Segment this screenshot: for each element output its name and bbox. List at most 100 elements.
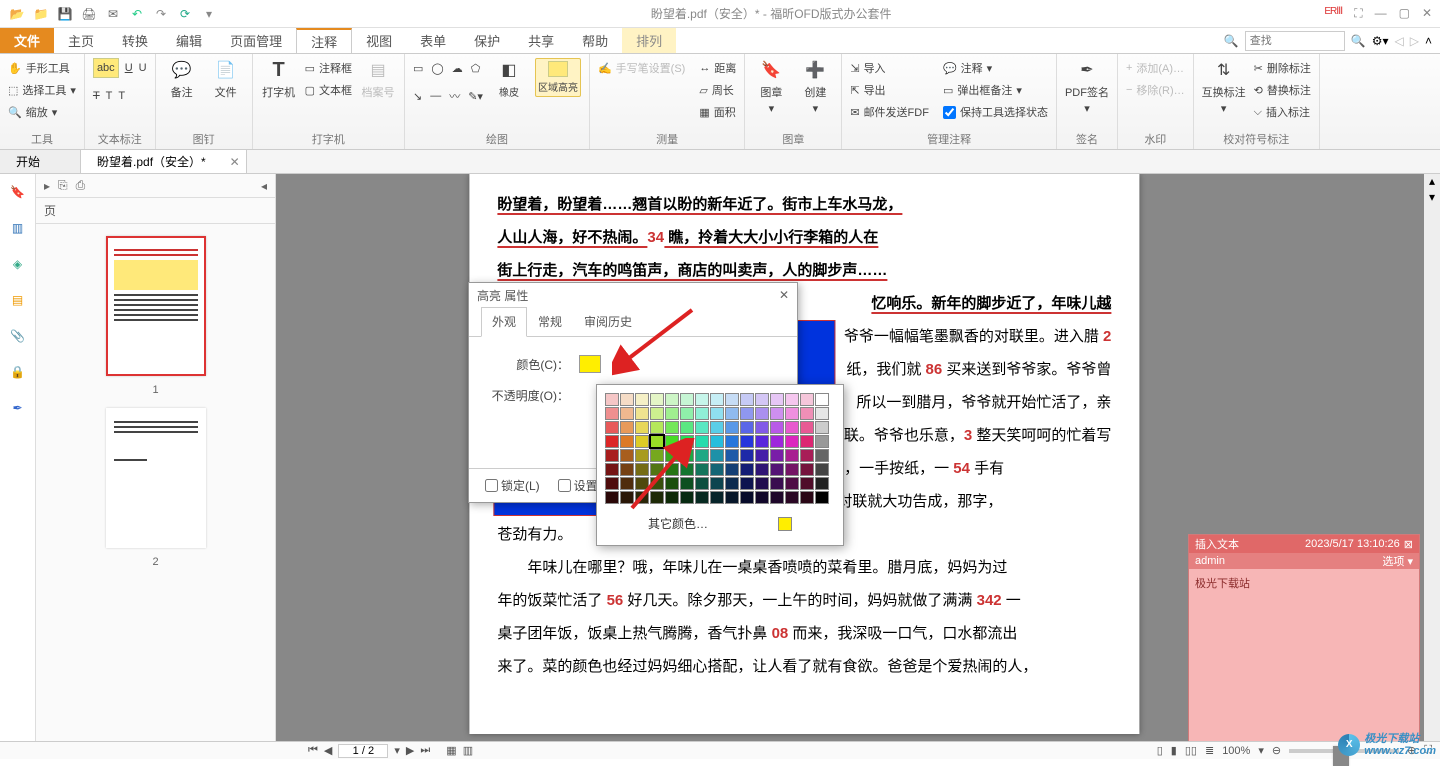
color-cell[interactable] (710, 435, 724, 448)
page-view-icon[interactable]: ▥ (463, 744, 473, 757)
color-cell[interactable] (635, 491, 649, 504)
tab-home[interactable]: 主页 (54, 28, 108, 53)
shape-polygon[interactable]: ⬠ (471, 58, 481, 78)
color-cell[interactable] (605, 435, 619, 448)
color-cell[interactable] (770, 477, 784, 490)
color-cell[interactable] (635, 407, 649, 420)
search-input[interactable] (1245, 31, 1345, 51)
doc-tab-start[interactable]: 开始 (0, 150, 81, 173)
sidebar-bookmark-icon[interactable]: 🔖 (8, 182, 28, 202)
color-cell[interactable] (695, 435, 709, 448)
color-cell[interactable] (665, 477, 679, 490)
shape-polyline[interactable]: 〰 (449, 86, 460, 106)
more-colors-button[interactable]: 其它颜色… (605, 510, 835, 537)
sidebar-layers-icon[interactable]: ◈ (8, 254, 28, 274)
color-cell[interactable] (815, 393, 829, 406)
color-cell[interactable] (635, 393, 649, 406)
dlg-tab-general[interactable]: 常规 (527, 307, 573, 336)
select-tool[interactable]: ⬚选择工具 ▾ (8, 80, 76, 100)
color-cell[interactable] (695, 477, 709, 490)
shape-line[interactable]: — (430, 86, 441, 106)
keep-tool-selected[interactable]: 保持工具选择状态 (943, 102, 1048, 122)
color-cell[interactable] (785, 491, 799, 504)
color-cell[interactable] (635, 477, 649, 490)
close-btn[interactable]: ✕ (1422, 6, 1432, 21)
comment-export[interactable]: ⇱导出 (850, 80, 929, 100)
sidebar-security-icon[interactable]: 🔒 (8, 362, 28, 382)
last-page-icon[interactable]: ⏭ (420, 744, 430, 757)
tab-pagemanage[interactable]: 页面管理 (216, 28, 296, 53)
color-cell[interactable] (740, 491, 754, 504)
sidebar-pages-icon[interactable]: ▥ (8, 218, 28, 238)
color-cell[interactable] (785, 449, 799, 462)
color-cell[interactable] (815, 435, 829, 448)
color-cell[interactable] (650, 477, 664, 490)
color-cell[interactable] (785, 407, 799, 420)
color-cell[interactable] (815, 491, 829, 504)
maximize-btn[interactable]: ▢ (1399, 6, 1410, 21)
color-cell[interactable] (695, 421, 709, 434)
shape-cloud[interactable]: ☁ (452, 58, 463, 78)
color-cell[interactable] (740, 407, 754, 420)
proof-insert[interactable]: ⌵插入标注 (1254, 102, 1311, 122)
color-cell[interactable] (605, 407, 619, 420)
color-cell[interactable] (755, 463, 769, 476)
shape-pencil[interactable]: ✎▾ (468, 86, 483, 106)
color-cell[interactable] (650, 393, 664, 406)
color-cell[interactable] (800, 449, 814, 462)
color-cell[interactable] (665, 463, 679, 476)
color-cell[interactable] (815, 449, 829, 462)
color-cell[interactable] (755, 421, 769, 434)
zoom-tool[interactable]: 🔍缩放 ▾ (8, 102, 76, 122)
undo-icon[interactable]: ↶ (128, 5, 146, 23)
color-cell[interactable] (605, 477, 619, 490)
search-folder-icon[interactable]: 🔍 (1224, 34, 1239, 48)
popup-note[interactable]: ▭弹出框备注 ▾ (943, 80, 1048, 100)
color-cell[interactable] (680, 435, 694, 448)
tab-protect[interactable]: 保护 (460, 28, 514, 53)
color-cell[interactable] (620, 393, 634, 406)
scroll-down-icon[interactable]: ▾ (1424, 190, 1440, 204)
color-cell[interactable] (620, 477, 634, 490)
color-cell[interactable] (695, 393, 709, 406)
sidebar-attach-icon[interactable]: 📎 (8, 326, 28, 346)
sticky-close-icon[interactable]: ⊠ (1404, 538, 1413, 551)
save-icon[interactable]: 💾 (56, 5, 74, 23)
lock-checkbox[interactable]: 锁定(L) (485, 477, 540, 494)
measure-area[interactable]: ▦面积 (699, 102, 736, 122)
color-cell[interactable] (680, 421, 694, 434)
text-replace[interactable]: T (106, 86, 113, 106)
comment-import[interactable]: ⇲导入 (850, 58, 929, 78)
color-cell[interactable] (710, 421, 724, 434)
color-cell[interactable] (665, 449, 679, 462)
color-cell[interactable] (710, 463, 724, 476)
color-cell[interactable] (725, 407, 739, 420)
color-cell[interactable] (725, 463, 739, 476)
ribbon-collapse-icon[interactable]: ˄ (1425, 34, 1432, 48)
view-single-icon[interactable]: ▯ (1157, 744, 1163, 757)
view-contfacing-icon[interactable]: ≣ (1205, 744, 1214, 757)
color-cell[interactable] (785, 463, 799, 476)
color-cell[interactable] (650, 449, 664, 462)
zoom-dropdown-icon[interactable]: ▾ (1258, 744, 1264, 757)
dlg-tab-appearance[interactable]: 外观 (481, 307, 527, 337)
thumb-page-1[interactable] (106, 236, 206, 376)
color-cell[interactable] (665, 421, 679, 434)
color-cell[interactable] (635, 435, 649, 448)
color-cell[interactable] (695, 449, 709, 462)
color-cell[interactable] (740, 463, 754, 476)
color-cell[interactable] (725, 491, 739, 504)
redo-icon[interactable]: ↷ (152, 5, 170, 23)
tab-context-arrange[interactable]: 排列 (622, 28, 676, 53)
color-cell[interactable] (620, 449, 634, 462)
color-cell[interactable] (725, 435, 739, 448)
color-cell[interactable] (800, 491, 814, 504)
color-cell[interactable] (620, 435, 634, 448)
attachment-button[interactable]: 📄文件 (208, 58, 244, 100)
color-cell[interactable] (740, 421, 754, 434)
fullscreen-icon[interactable]: ⛶ (1354, 6, 1362, 21)
scroll-up-icon[interactable]: ▴ (1424, 174, 1440, 188)
color-cell[interactable] (725, 449, 739, 462)
color-cell[interactable] (800, 435, 814, 448)
color-cell[interactable] (755, 435, 769, 448)
